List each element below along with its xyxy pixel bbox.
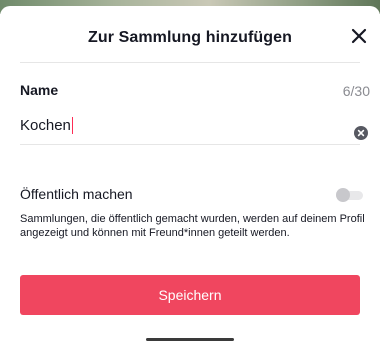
clear-x-circle-icon[interactable] xyxy=(354,126,368,140)
name-char-counter: 6/30 xyxy=(342,83,370,99)
public-toggle-switch[interactable] xyxy=(336,188,364,202)
home-indicator[interactable] xyxy=(146,338,234,341)
add-to-collection-screen: Zur Sammlung hinzufügen Name 6/30 Kochen… xyxy=(0,0,380,348)
name-input-value: Kochen xyxy=(20,116,71,134)
close-icon[interactable] xyxy=(348,25,370,47)
public-toggle-label: Öffentlich machen xyxy=(20,186,133,202)
bottom-sheet: Zur Sammlung hinzufügen Name 6/30 Kochen… xyxy=(0,6,380,348)
toggle-knob xyxy=(336,188,350,202)
name-label: Name xyxy=(20,82,59,98)
sheet-header: Zur Sammlung hinzufügen xyxy=(0,6,380,68)
header-divider xyxy=(20,62,360,63)
text-caret xyxy=(71,116,74,134)
save-button[interactable]: Speichern xyxy=(20,275,360,315)
name-field-underline xyxy=(20,144,360,145)
public-description: Sammlungen, die öffentlich gemacht wurde… xyxy=(20,213,365,239)
sheet-title: Zur Sammlung hinzufügen xyxy=(87,29,293,46)
name-input[interactable]: Kochen xyxy=(20,114,340,136)
